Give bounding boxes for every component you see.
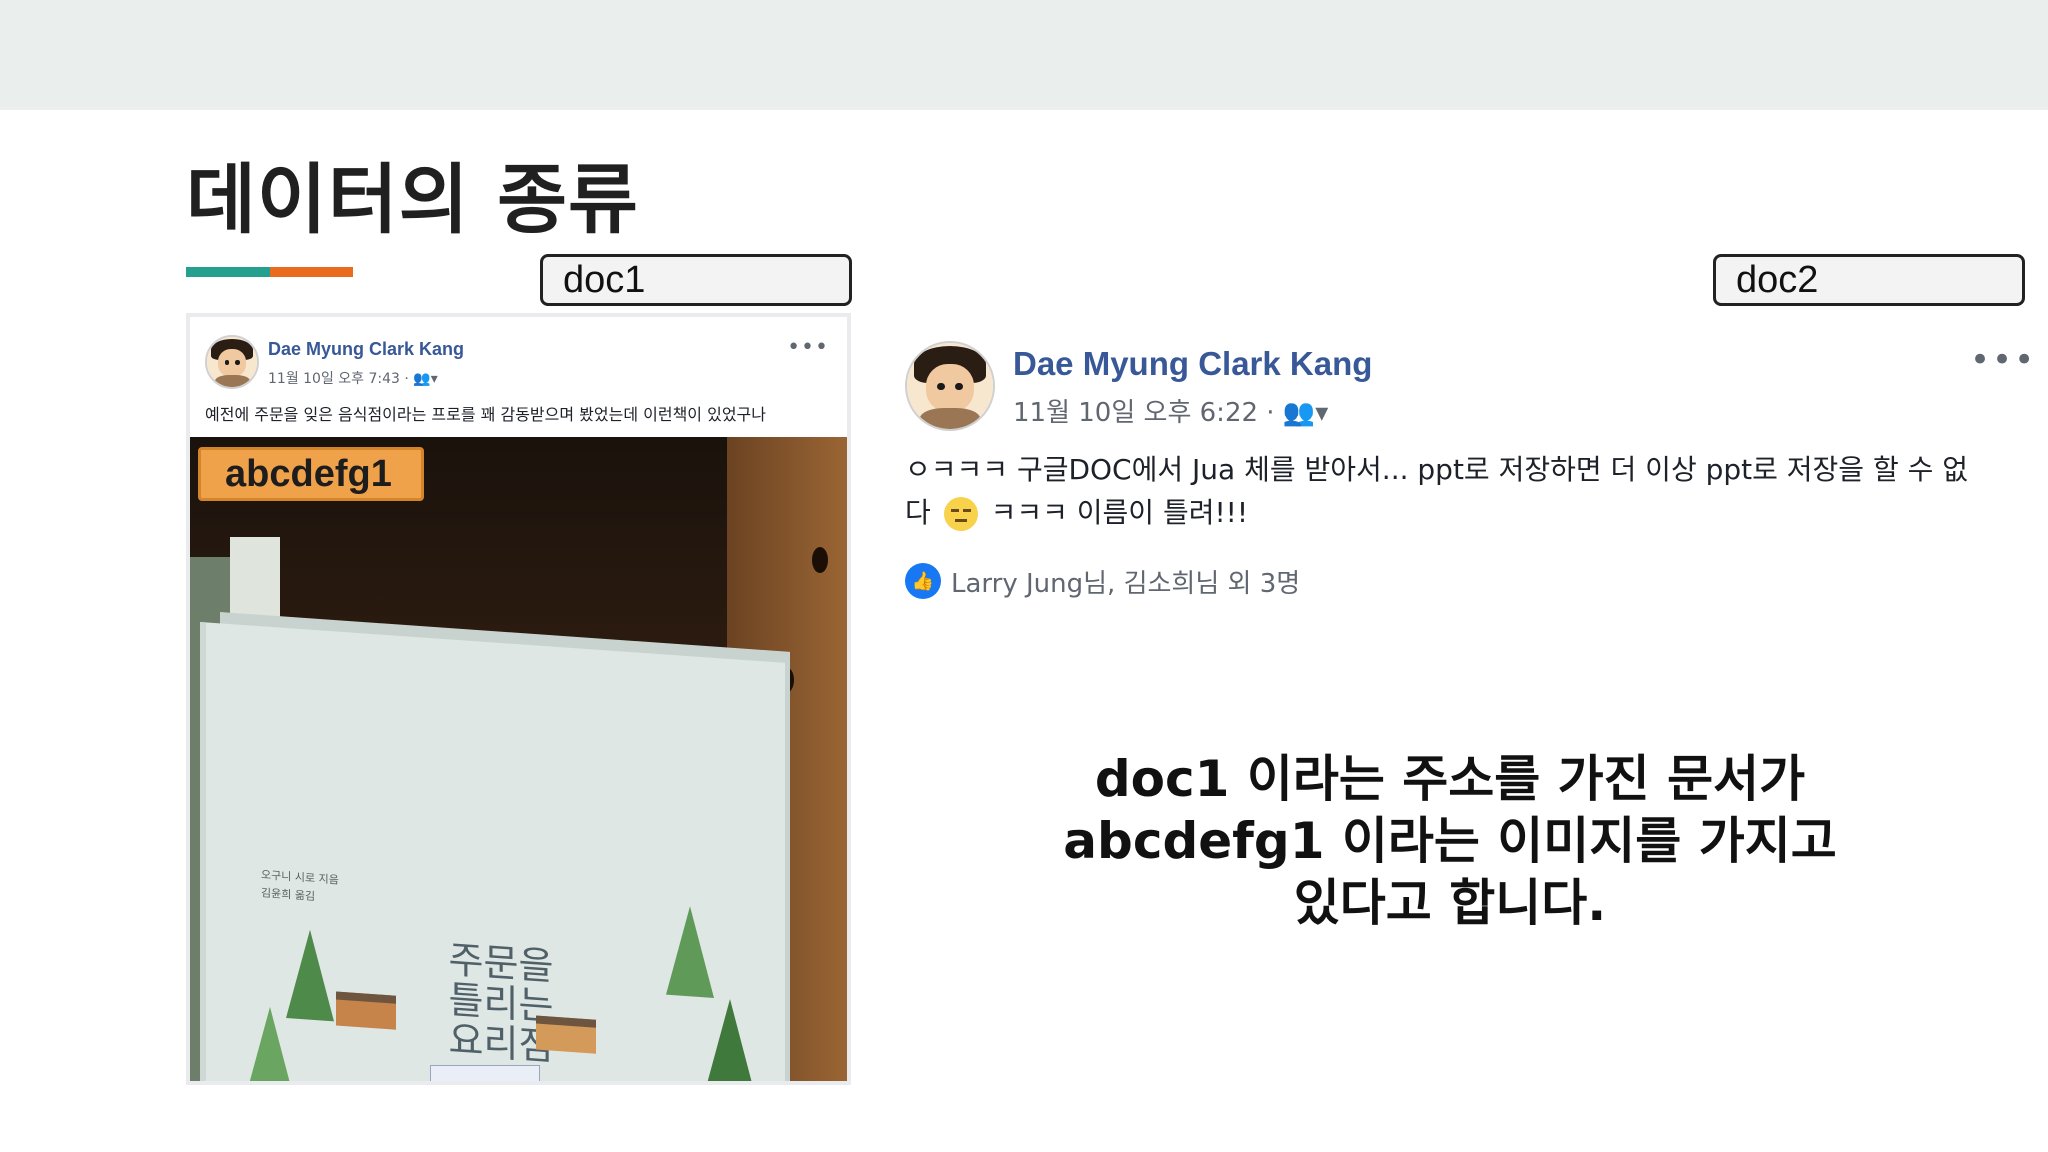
book-author: 오구니 시로 지음 김윤희 옮김 bbox=[261, 868, 339, 904]
library-barcode bbox=[430, 1065, 540, 1081]
avatar[interactable] bbox=[905, 341, 995, 431]
post-doc1: Dae Myung Clark Kang 11월 10일 오후 7:43 · 👥… bbox=[186, 313, 851, 1085]
caption-line-2: abcdefg1 이라는 이미지를 가지고 bbox=[1063, 812, 1837, 870]
post-timestamp: 11월 10일 오후 7:43 · 👥▾ bbox=[268, 371, 438, 387]
book-cover: 오구니 시로 지음 김윤희 옮김 주문을 틀리는 요리점 bbox=[200, 622, 785, 1081]
doc2-label: doc2 bbox=[1713, 254, 2025, 306]
post-author-link[interactable]: Dae Myung Clark Kang bbox=[1013, 345, 1372, 383]
post-author-link[interactable]: Dae Myung Clark Kang bbox=[268, 339, 464, 360]
expressionless-emoji-icon bbox=[943, 497, 978, 531]
post-photo[interactable]: 오구니 시로 지음 김윤희 옮김 주문을 틀리는 요리점 abcdefg1 bbox=[190, 437, 847, 1081]
header-band bbox=[0, 0, 2048, 110]
slide-title: 데이터의 종류 bbox=[186, 155, 639, 244]
post-text: ㅇㅋㅋㅋ 구글DOC에서 Jua 체를 받아서... ppt로 저장하면 더 이… bbox=[905, 448, 1985, 534]
caption-line-3: 있다고 합니다. bbox=[1293, 874, 1607, 932]
like-icon: 👍 bbox=[905, 563, 941, 599]
accent-orange bbox=[270, 267, 353, 277]
reactions-summary[interactable]: 👍 Larry Jung님, 김소희님 외 3명 bbox=[905, 563, 1300, 599]
more-options-icon[interactable]: ••• bbox=[787, 335, 829, 360]
image-id-label: abcdefg1 bbox=[198, 447, 424, 501]
avatar[interactable] bbox=[205, 335, 259, 389]
post-text: 예전에 주문을 잊은 음식점이라는 프로를 꽤 감동받으며 봤었는데 이런책이 … bbox=[205, 405, 766, 424]
accent-teal bbox=[186, 267, 270, 277]
caption-line-1: doc1 이라는 주소를 가진 문서가 bbox=[1094, 750, 1806, 808]
reactions-text[interactable]: Larry Jung님, 김소희님 외 3명 bbox=[951, 563, 1300, 600]
post-text-part2: ㅋㅋㅋ 이름이 틀려!!! bbox=[990, 496, 1249, 529]
slide-caption: doc1 이라는 주소를 가진 문서가 abcdefg1 이라는 이미지를 가지… bbox=[1020, 748, 1880, 934]
more-options-icon[interactable]: ••• bbox=[1970, 340, 2036, 380]
post-timestamp: 11월 10일 오후 6:22 · 👥▾ bbox=[1013, 398, 1329, 428]
title-accent-bar bbox=[186, 267, 353, 277]
doc1-label: doc1 bbox=[540, 254, 852, 306]
